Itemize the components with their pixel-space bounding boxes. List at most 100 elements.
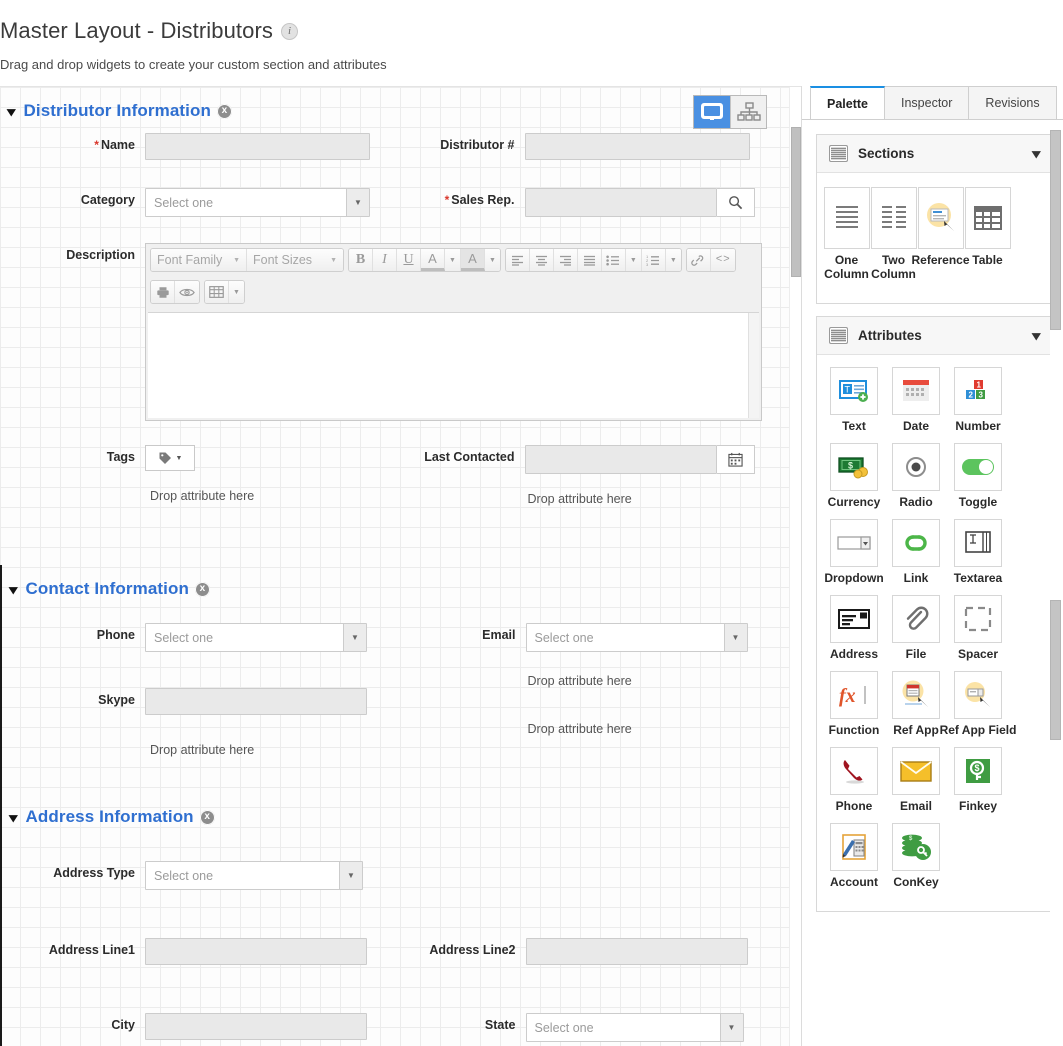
- address-line1-input[interactable]: [145, 938, 367, 965]
- chevron-down-icon[interactable]: ▼: [719, 1014, 743, 1041]
- state-select[interactable]: Select one ▼: [525, 1013, 744, 1042]
- chevron-down-icon[interactable]: ▼: [346, 189, 369, 216]
- last-contacted-input[interactable]: [524, 445, 717, 474]
- palette-item-spacer[interactable]: Spacer: [947, 595, 1009, 661]
- palette-scrollbar-thumb-top[interactable]: [1050, 130, 1061, 330]
- palette-item-table[interactable]: Table: [964, 187, 1011, 281]
- bold-button[interactable]: B: [349, 249, 373, 271]
- category-select[interactable]: Select one ▼: [145, 188, 370, 217]
- section-header[interactable]: ▾ Distributor Information x: [0, 87, 789, 125]
- palette-scrollbar-thumb-bottom[interactable]: [1050, 600, 1061, 740]
- palette-item-text[interactable]: T Text: [823, 367, 885, 433]
- insert-table-button[interactable]: [205, 281, 229, 303]
- chevron-down-icon[interactable]: ▼: [343, 624, 366, 651]
- align-right-button[interactable]: [553, 249, 578, 271]
- palette-item-file[interactable]: File: [885, 595, 947, 661]
- palette-item-email[interactable]: Email: [885, 747, 947, 813]
- remove-section-button[interactable]: x: [199, 809, 215, 825]
- align-center-button[interactable]: [529, 249, 554, 271]
- info-icon[interactable]: i: [281, 22, 298, 40]
- city-input[interactable]: [145, 1013, 367, 1040]
- chevron-down-icon[interactable]: ▾: [9, 583, 17, 596]
- drop-hint-email[interactable]: Drop attribute here: [528, 660, 790, 694]
- tree-view-button[interactable]: [730, 96, 766, 128]
- palette-item-ref-app[interactable]: Ref App: [885, 671, 947, 737]
- layout-canvas[interactable]: ▾ Distributor Information x * Name Distr…: [0, 86, 801, 1046]
- palette-item-link[interactable]: Link: [885, 519, 947, 585]
- font-family-dropdown[interactable]: Font Family ▼: [151, 249, 247, 271]
- palette-item-radio[interactable]: Radio: [885, 443, 947, 509]
- numbered-list-button[interactable]: 123: [641, 249, 666, 271]
- palette-item-dropdown[interactable]: Dropdown: [823, 519, 885, 585]
- source-code-button[interactable]: < >: [710, 249, 735, 271]
- tags-button[interactable]: ▼: [145, 445, 195, 471]
- align-justify-button[interactable]: [577, 249, 602, 271]
- palette-item-reference[interactable]: Reference: [911, 187, 970, 281]
- chevron-down-icon[interactable]: ▼: [723, 624, 747, 651]
- chevron-down-icon[interactable]: ▾: [7, 105, 15, 118]
- drop-hint-contact-left[interactable]: Drop attribute here: [150, 723, 396, 763]
- palette-item-ref-app-field[interactable]: Ref App Field: [940, 671, 1016, 737]
- palette-item-function[interactable]: fx Function: [823, 671, 885, 737]
- palette-item-number[interactable]: 1 2 3 Number: [947, 367, 1009, 433]
- palette-item-phone[interactable]: Phone: [823, 747, 885, 813]
- underline-button[interactable]: U: [397, 249, 421, 271]
- sales-rep-input[interactable]: [524, 188, 717, 217]
- text-color-button[interactable]: A: [421, 249, 445, 271]
- drop-hint-contact-right[interactable]: Drop attribute here: [528, 694, 790, 742]
- tab-inspector[interactable]: Inspector: [884, 86, 970, 119]
- section-header[interactable]: ▾ Contact Information x: [2, 565, 789, 603]
- palette-item-textarea[interactable]: Textarea: [947, 519, 1009, 585]
- font-size-dropdown[interactable]: Font Sizes ▼: [247, 249, 343, 271]
- palette-item-finkey[interactable]: $ Finkey: [947, 747, 1009, 813]
- palette-item-one-column[interactable]: One Column: [823, 187, 870, 281]
- table-dropdown[interactable]: ▼: [229, 281, 244, 303]
- insert-link-button[interactable]: [686, 249, 711, 271]
- editor-scrollbar[interactable]: [748, 313, 759, 418]
- section-contact-information[interactable]: ▾ Contact Information x Phone Select one…: [0, 565, 789, 793]
- distributor-number-input[interactable]: [524, 133, 750, 160]
- palette-item-two-column[interactable]: Two Column: [870, 187, 917, 281]
- chevron-down-icon[interactable]: ▾: [1032, 146, 1040, 162]
- drop-hint-tags[interactable]: Drop attribute here: [150, 479, 395, 509]
- background-color-button[interactable]: A: [460, 249, 485, 271]
- palette-item-currency[interactable]: $ Currency: [823, 443, 885, 509]
- palette-item-address[interactable]: Address: [823, 595, 885, 661]
- palette-item-conkey[interactable]: $ ConKey: [885, 823, 947, 889]
- section-address-information[interactable]: ▾ Address Information x Address Type Sel…: [0, 793, 789, 1046]
- rich-text-editor[interactable]: Font Family ▼ Font Sizes ▼ B I U A ▼ A ▼…: [145, 243, 762, 421]
- tab-revisions[interactable]: Revisions: [968, 86, 1057, 119]
- drop-hint-last-contacted[interactable]: Drop attribute here: [528, 482, 790, 512]
- text-color-dropdown[interactable]: ▼: [445, 249, 461, 271]
- canvas-scrollbar[interactable]: [789, 87, 801, 1046]
- remove-section-button[interactable]: x: [194, 581, 210, 597]
- chevron-down-icon[interactable]: ▼: [339, 862, 362, 889]
- email-select[interactable]: Select one ▼: [525, 623, 748, 652]
- section-header[interactable]: ▾ Address Information x: [2, 793, 789, 831]
- print-button[interactable]: [151, 281, 175, 303]
- canvas-scrollbar-thumb[interactable]: [791, 127, 801, 277]
- palette-item-date[interactable]: Date: [885, 367, 947, 433]
- bullet-list-button[interactable]: [601, 249, 626, 271]
- palette-item-toggle[interactable]: Toggle: [947, 443, 1009, 509]
- last-contacted-calendar-button[interactable]: [716, 445, 755, 474]
- sales-rep-search-button[interactable]: [716, 188, 755, 217]
- background-color-dropdown[interactable]: ▼: [484, 249, 500, 271]
- align-left-button[interactable]: [505, 249, 530, 271]
- editor-content-area[interactable]: [148, 312, 759, 418]
- address-type-select[interactable]: Select one ▼: [145, 861, 363, 890]
- chevron-down-icon[interactable]: ▾: [1032, 328, 1040, 344]
- remove-section-button[interactable]: x: [216, 103, 232, 119]
- skype-input[interactable]: [145, 688, 367, 715]
- tab-palette[interactable]: Palette: [810, 86, 885, 119]
- section-distributor-information[interactable]: ▾ Distributor Information x * Name Distr…: [0, 87, 789, 565]
- preview-button[interactable]: [175, 281, 199, 303]
- palette-scrollbar[interactable]: [1050, 130, 1061, 1038]
- address-line2-input[interactable]: [525, 938, 748, 965]
- phone-select[interactable]: Select one ▼: [145, 623, 367, 652]
- numbered-list-dropdown[interactable]: ▼: [665, 249, 681, 271]
- chevron-down-icon[interactable]: ▾: [9, 811, 17, 824]
- bullet-list-dropdown[interactable]: ▼: [625, 249, 642, 271]
- desktop-view-button[interactable]: [694, 96, 730, 128]
- name-input[interactable]: [145, 133, 370, 160]
